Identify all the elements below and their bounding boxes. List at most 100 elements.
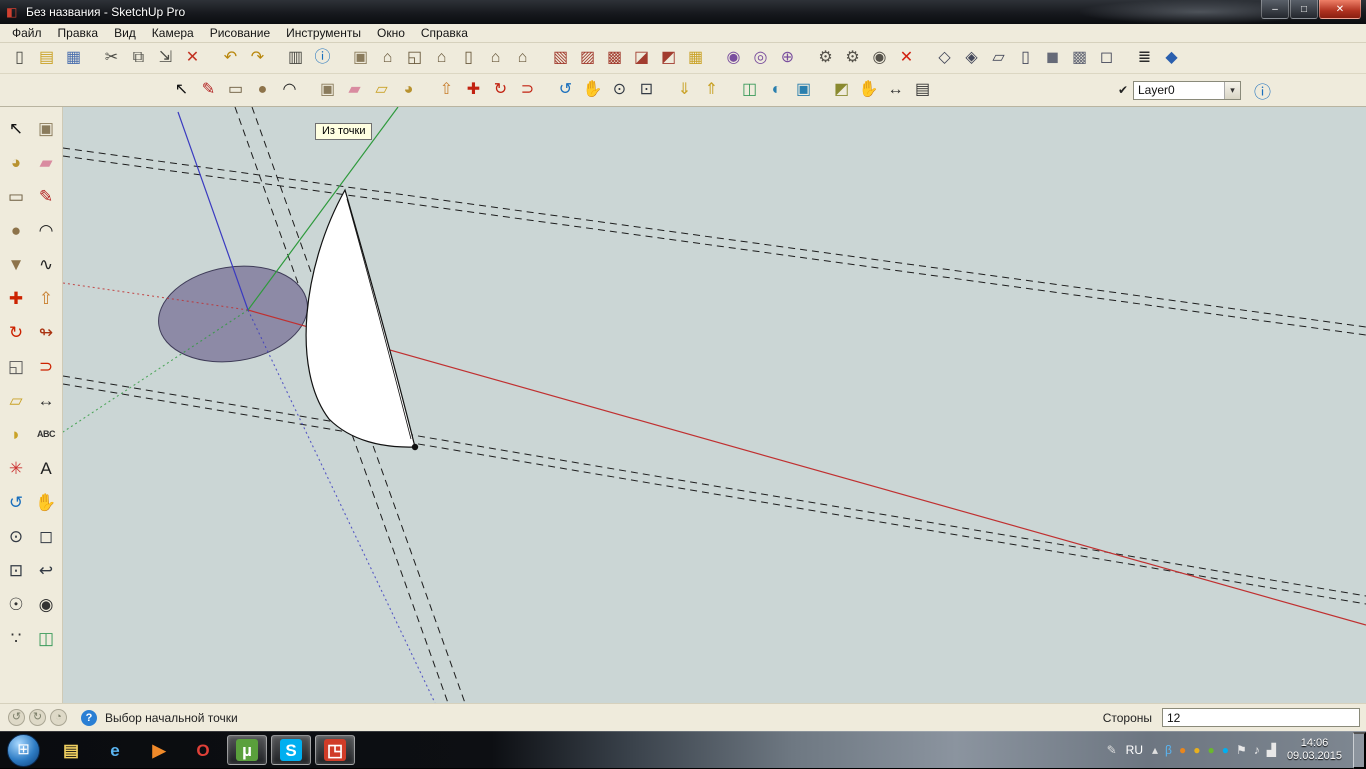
rotate-tool[interactable]: ↻ [2, 319, 30, 345]
solid-trim-button[interactable]: ◩ [655, 45, 682, 71]
offset-tool-button[interactable]: ⊃ [514, 77, 541, 103]
3d-text-tool[interactable]: A [32, 455, 60, 481]
camera-reset-button[interactable]: ✕ [893, 45, 920, 71]
pan-tool[interactable]: ✋ [32, 489, 60, 515]
tape-measure-tool[interactable]: ▱ [2, 387, 30, 413]
style-wireframe-button[interactable]: ▱ [985, 45, 1012, 71]
bluetooth-icon[interactable]: β [1165, 744, 1172, 756]
zoom-extents-tool[interactable]: ⊡ [2, 557, 30, 583]
utorrent-tray-icon[interactable]: ● [1179, 744, 1186, 756]
scale-tool[interactable]: ◱ [2, 353, 30, 379]
open-button[interactable]: ▤ [33, 45, 60, 71]
status-orbit-icon[interactable]: ↺ [8, 709, 25, 726]
Рисование[interactable]: Рисование [202, 24, 278, 42]
line-tool-button[interactable]: ✎ [195, 77, 222, 103]
minimize-button[interactable]: – [1261, 0, 1289, 19]
arc-tool-button[interactable]: ◠ [276, 77, 303, 103]
start-button[interactable]: ⊞ [7, 734, 40, 767]
crescent-face[interactable] [306, 190, 415, 447]
show-hidden-icons-button[interactable]: ▴ [1152, 744, 1158, 756]
network-icon[interactable]: ▟ [1267, 744, 1276, 756]
dimension-tool[interactable]: ↔ [32, 387, 60, 413]
help-icon[interactable]: ? [81, 710, 97, 726]
shadows-button[interactable]: ◩ [828, 77, 855, 103]
layer-dropdown[interactable]: Layer0 ▾ [1133, 81, 1241, 100]
ellipse-face[interactable] [152, 256, 315, 372]
red-axis[interactable] [248, 310, 1366, 625]
move-tool[interactable]: ✚ [2, 285, 30, 311]
Камера[interactable]: Камера [144, 24, 202, 42]
follow-me-tool[interactable]: ↬ [32, 319, 60, 345]
style-hidden-line-button[interactable]: ▯ [1012, 45, 1039, 71]
style-textured-button[interactable]: ▩ [1066, 45, 1093, 71]
ie-button[interactable]: e [95, 735, 135, 765]
tablet-pen-icon[interactable]: ✎ [1107, 744, 1117, 756]
component-attributes-button[interactable]: ⊕ [774, 45, 801, 71]
zoom-extents-tool-button[interactable]: ⊡ [633, 77, 660, 103]
offset-tool[interactable]: ⊃ [32, 353, 60, 379]
undo-button[interactable]: ↶ [217, 45, 244, 71]
save-button[interactable]: ▦ [60, 45, 87, 71]
photo-textures-button[interactable]: ▣ [790, 77, 817, 103]
rotate-tool-button[interactable]: ↻ [487, 77, 514, 103]
rectangle-tool[interactable]: ▭ [2, 183, 30, 209]
sketchup-button[interactable]: ◳ [315, 735, 355, 765]
utorrent-button[interactable]: µ [227, 735, 267, 765]
look-around-tool[interactable]: ◉ [32, 591, 60, 617]
style-shaded-button[interactable]: ◼ [1039, 45, 1066, 71]
update-tray-icon[interactable]: ● [1193, 744, 1200, 756]
line-tool[interactable]: ✎ [32, 183, 60, 209]
show-desktop-button[interactable] [1353, 732, 1366, 769]
orbit-tool[interactable]: ↺ [2, 489, 30, 515]
style-xray-button[interactable]: ◇ [931, 45, 958, 71]
eraser-tool[interactable]: ▰ [32, 149, 60, 175]
protractor-tool[interactable]: ◗ [2, 421, 30, 447]
camera-lock-button[interactable]: ◉ [866, 45, 893, 71]
add-location-button[interactable]: ◐ [763, 77, 790, 103]
Вид[interactable]: Вид [106, 24, 144, 42]
solid-intersect-button[interactable]: ▨ [574, 45, 601, 71]
camera-look-through-button[interactable]: ⚙ [839, 45, 866, 71]
layers-dialog-button[interactable]: ▤ [909, 77, 936, 103]
circle-tool[interactable]: ● [2, 217, 30, 243]
entity-info-button[interactable]: ⓘ [1249, 77, 1276, 103]
axes-tool[interactable]: ✳ [2, 455, 30, 481]
guide-line[interactable] [63, 376, 1366, 596]
interact-button[interactable]: ◉ [720, 45, 747, 71]
push-pull-tool-button[interactable]: ⇧ [433, 77, 460, 103]
skype-tray-icon[interactable]: ● [1222, 744, 1229, 756]
text-tool[interactable]: ABC [32, 421, 60, 447]
view-back-button[interactable]: ⌂ [482, 45, 509, 71]
circle-tool-button[interactable]: ● [249, 77, 276, 103]
make-component-tool-button[interactable]: ▣ [314, 77, 341, 103]
guide-line[interactable] [63, 384, 1366, 604]
zoom-window-tool[interactable]: ◻ [32, 523, 60, 549]
section-plane-button[interactable]: ◫ [736, 77, 763, 103]
layers-stack-button[interactable]: ≣ [1131, 45, 1158, 71]
paste-button[interactable]: ⇲ [152, 45, 179, 71]
select-tool-button[interactable]: ↖ [168, 77, 195, 103]
copy-button[interactable]: ⧉ [125, 45, 152, 71]
Инструменты[interactable]: Инструменты [278, 24, 369, 42]
redo-button[interactable]: ↷ [244, 45, 271, 71]
zoom-tool[interactable]: ⊙ [2, 523, 30, 549]
endpoint-marker[interactable] [412, 444, 418, 450]
pan-tool-button[interactable]: ✋ [579, 77, 606, 103]
make-component-button[interactable]: ▣ [347, 45, 374, 71]
chevron-down-icon[interactable]: ▾ [1224, 82, 1240, 99]
solid-subtract-button[interactable]: ◪ [628, 45, 655, 71]
get-models-button[interactable]: ⇓ [671, 77, 698, 103]
status-compass-icon[interactable]: ◔ [50, 709, 67, 726]
components-browser-button[interactable]: ◆ [1158, 45, 1185, 71]
polygon-tool[interactable]: ▼ [2, 251, 30, 277]
taskbar-clock[interactable]: 14:06 09.03.2015 [1287, 737, 1342, 763]
zoom-tool-button[interactable]: ⊙ [606, 77, 633, 103]
volume-icon[interactable]: ♪ [1254, 744, 1260, 756]
eraser-tool-button[interactable]: ▰ [341, 77, 368, 103]
section-plane-tool[interactable]: ◫ [32, 625, 60, 651]
view-top-button[interactable]: ◱ [401, 45, 428, 71]
view-right-button[interactable]: ▯ [455, 45, 482, 71]
new-button[interactable]: ▯ [6, 45, 33, 71]
camera-create-button[interactable]: ⚙ [812, 45, 839, 71]
model-viewport[interactable]: Из точки [63, 107, 1366, 703]
